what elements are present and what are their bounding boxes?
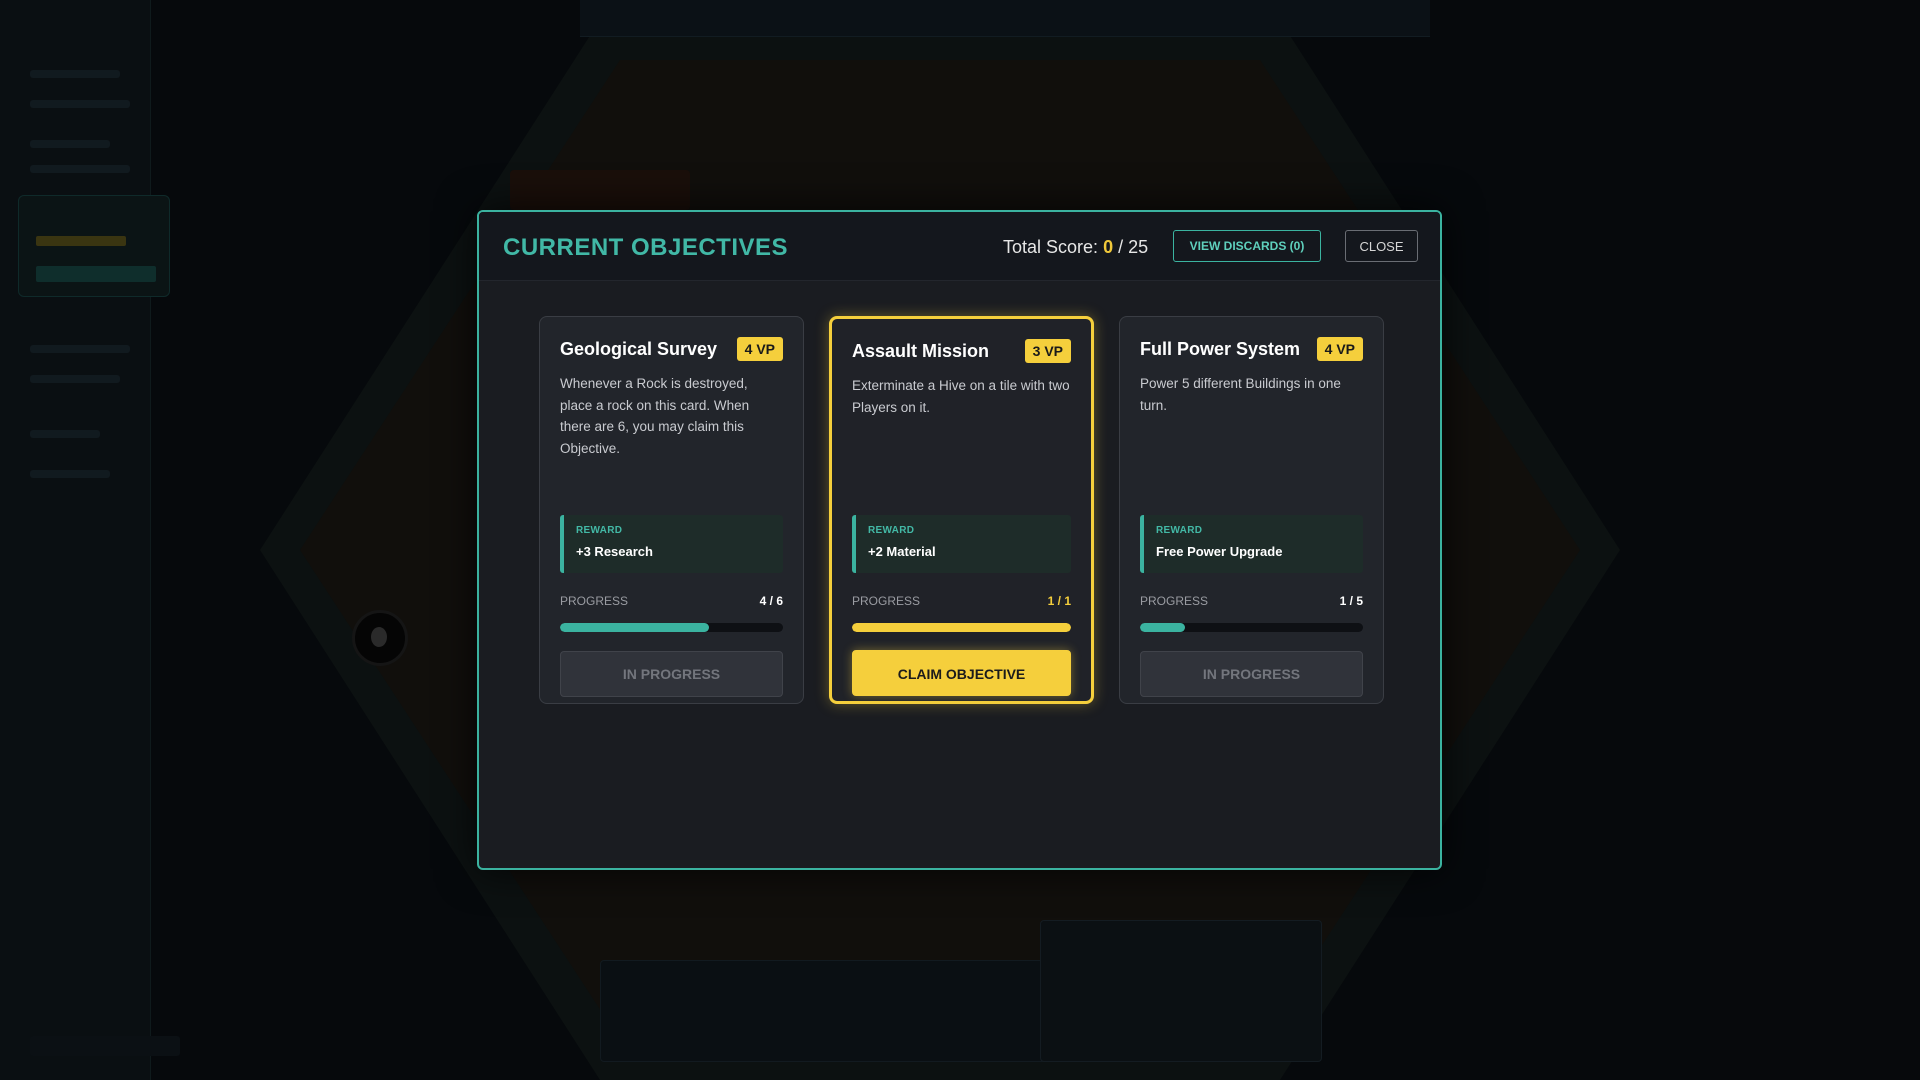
progress-count: 1 / 5 bbox=[1339, 594, 1363, 608]
score-separator: / bbox=[1113, 237, 1129, 257]
progress-bar bbox=[1140, 623, 1363, 632]
reward-label: REWARD bbox=[868, 525, 915, 536]
progress-row: PROGRESS 4 / 6 bbox=[560, 594, 783, 610]
total-score: Total Score: 0 / 25 bbox=[1003, 237, 1148, 258]
vp-badge: 4 VP bbox=[736, 337, 783, 361]
reward-label: REWARD bbox=[576, 525, 623, 536]
side-panel bbox=[0, 0, 170, 1080]
progress-label: PROGRESS bbox=[852, 594, 921, 608]
in-progress-button: IN PROGRESS bbox=[1140, 651, 1363, 697]
objective-card-assault-mission: Assault Mission 3 VP Exterminate a Hive … bbox=[829, 316, 1094, 704]
vp-badge: 4 VP bbox=[1316, 337, 1363, 361]
top-resource-bar bbox=[580, 0, 1430, 37]
score-max: 25 bbox=[1128, 237, 1149, 257]
progress-bar-fill bbox=[852, 623, 1071, 632]
in-progress-button: IN PROGRESS bbox=[560, 651, 783, 697]
progress-row: PROGRESS 1 / 1 bbox=[852, 594, 1071, 610]
progress-bar-fill bbox=[560, 623, 709, 632]
modal-header: CURRENT OBJECTIVES Total Score: 0 / 25 V… bbox=[479, 212, 1440, 281]
progress-count: 4 / 6 bbox=[759, 594, 783, 608]
modal-title: CURRENT OBJECTIVES bbox=[503, 234, 789, 261]
footer-bar bbox=[30, 1036, 180, 1056]
vp-badge: 3 VP bbox=[1024, 339, 1071, 363]
progress-bar-fill bbox=[1140, 623, 1185, 632]
progress-row: PROGRESS 1 / 5 bbox=[1140, 594, 1363, 610]
score-current: 0 bbox=[1103, 237, 1114, 257]
progress-label: PROGRESS bbox=[560, 594, 629, 608]
progress-bar bbox=[852, 623, 1071, 632]
close-button[interactable]: CLOSE bbox=[1345, 230, 1418, 262]
objective-description: Power 5 different Buildings in one turn. bbox=[1140, 376, 1341, 413]
reward-label: REWARD bbox=[1156, 525, 1203, 536]
reward-box: REWARD +2 Material bbox=[852, 515, 1071, 573]
reward-value: Free Power Upgrade bbox=[1156, 544, 1283, 559]
objectives-modal: CURRENT OBJECTIVES Total Score: 0 / 25 V… bbox=[477, 210, 1442, 870]
player-token bbox=[352, 610, 408, 666]
board-tile-highlight bbox=[510, 170, 690, 210]
right-edge-shade bbox=[1710, 0, 1920, 1080]
progress-count: 1 / 1 bbox=[1047, 594, 1071, 608]
reward-box: REWARD Free Power Upgrade bbox=[1140, 515, 1363, 573]
objective-description: Exterminate a Hive on a tile with two Pl… bbox=[852, 378, 1070, 415]
objective-card-full-power-system: Full Power System 4 VP Power 5 different… bbox=[1119, 316, 1384, 704]
reward-value: +3 Research bbox=[576, 544, 653, 559]
claim-objective-button[interactable]: CLAIM OBJECTIVE bbox=[852, 650, 1071, 696]
objective-card-geological-survey: Geological Survey 4 VP Whenever a Rock i… bbox=[539, 316, 804, 704]
view-discards-button[interactable]: VIEW DISCARDS (0) bbox=[1173, 230, 1321, 262]
reward-value: +2 Material bbox=[868, 544, 936, 559]
reward-box: REWARD +3 Research bbox=[560, 515, 783, 573]
progress-label: PROGRESS bbox=[1140, 594, 1209, 608]
bottom-info-panel bbox=[1040, 920, 1322, 1062]
objective-description: Whenever a Rock is destroyed, place a ro… bbox=[560, 376, 750, 456]
score-label: Total Score: bbox=[1003, 237, 1099, 257]
progress-bar bbox=[560, 623, 783, 632]
